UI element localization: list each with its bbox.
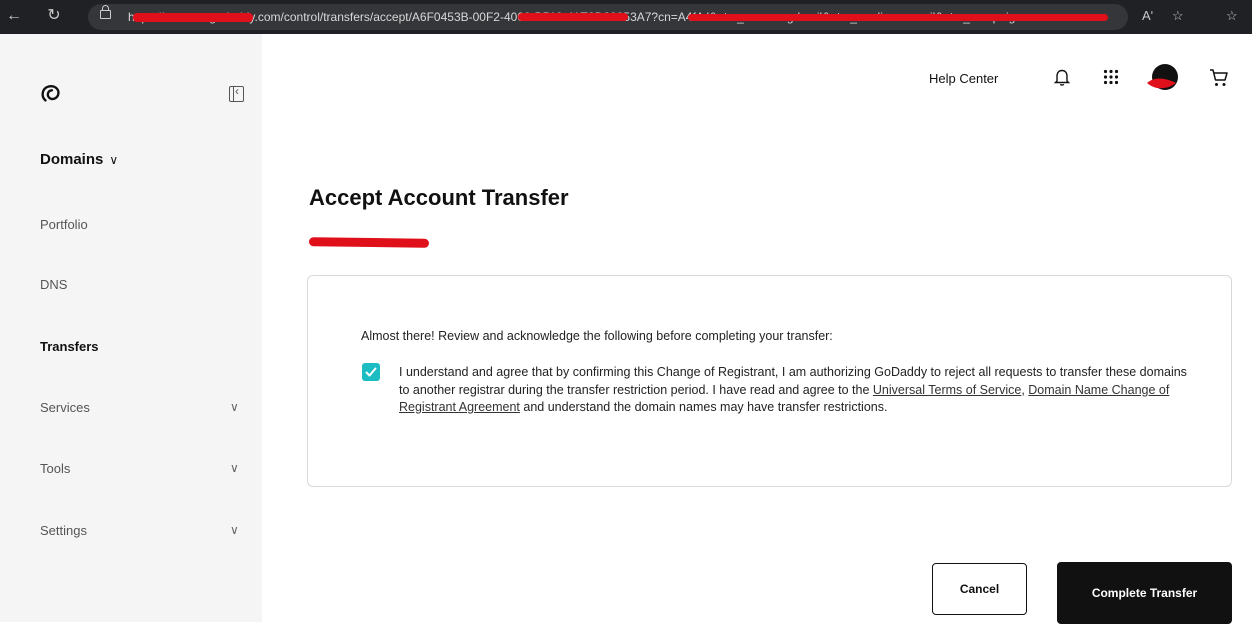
chevron-down-icon[interactable]: ∨ <box>230 400 239 414</box>
domains-section-label: Domains <box>40 151 104 168</box>
sidebar-item-portfolio[interactable]: Portfolio <box>40 217 88 232</box>
page-title: Accept Account Transfer <box>309 185 569 210</box>
cart-icon[interactable] <box>1209 68 1229 88</box>
sidebar-item-services[interactable]: Services <box>40 400 90 415</box>
chevron-down-icon[interactable]: ∨ <box>230 461 239 475</box>
sidebar-item-transfers[interactable]: Transfers <box>40 339 99 354</box>
sidebar: Domains ∨ Portfolio DNS Transfers Service… <box>0 34 262 622</box>
browser-toolbar: ← ↻ https://account.godaddy.com/control/… <box>0 0 1252 34</box>
collapse-sidebar-icon[interactable] <box>229 84 244 102</box>
redaction-mark <box>308 237 430 248</box>
redaction-mark <box>688 14 1108 21</box>
help-center-link[interactable]: Help Center <box>929 71 998 86</box>
godaddy-logo-icon[interactable] <box>40 83 62 105</box>
avatar[interactable] <box>1146 62 1182 94</box>
agreement-text: I understand and agree that by confirmin… <box>399 364 1189 417</box>
acknowledgement-card: Almost there! Review and acknowledge the… <box>307 275 1232 487</box>
complete-transfer-button[interactable]: Complete Transfer <box>1057 562 1232 624</box>
sidebar-item-tools[interactable]: Tools <box>40 461 70 476</box>
chevron-down-icon[interactable]: ∨ <box>230 523 239 537</box>
address-bar[interactable]: https://account.godaddy.com/control/tran… <box>88 4 1128 30</box>
cancel-button[interactable]: Cancel <box>932 563 1027 615</box>
favorite-star-icon[interactable]: ☆ <box>1172 8 1184 24</box>
sidebar-item-dns[interactable]: DNS <box>40 277 67 292</box>
bell-icon[interactable] <box>1054 68 1070 86</box>
intro-text: Almost there! Review and acknowledge the… <box>361 329 833 343</box>
universal-terms-link[interactable]: Universal Terms of Service <box>873 383 1021 397</box>
domains-section-toggle[interactable]: Domains ∨ <box>40 151 118 168</box>
sidebar-item-settings[interactable]: Settings <box>40 523 87 538</box>
lock-icon <box>100 5 111 19</box>
agreement-text-part2: and understand the domain names may have… <box>519 400 888 414</box>
favorites-bar-icon[interactable]: ☆ <box>1226 8 1238 24</box>
chevron-down-icon: ∨ <box>109 153 119 167</box>
reload-icon[interactable]: ↻ <box>44 6 64 26</box>
agree-checkbox[interactable] <box>362 363 380 381</box>
back-arrow-icon[interactable]: ← <box>4 6 24 26</box>
read-aloud-icon[interactable]: Aʹ <box>1142 8 1153 23</box>
redaction-mark <box>518 13 628 21</box>
checkmark-icon <box>365 367 377 377</box>
apps-grid-icon[interactable] <box>1103 69 1119 85</box>
redaction-mark <box>133 13 253 22</box>
